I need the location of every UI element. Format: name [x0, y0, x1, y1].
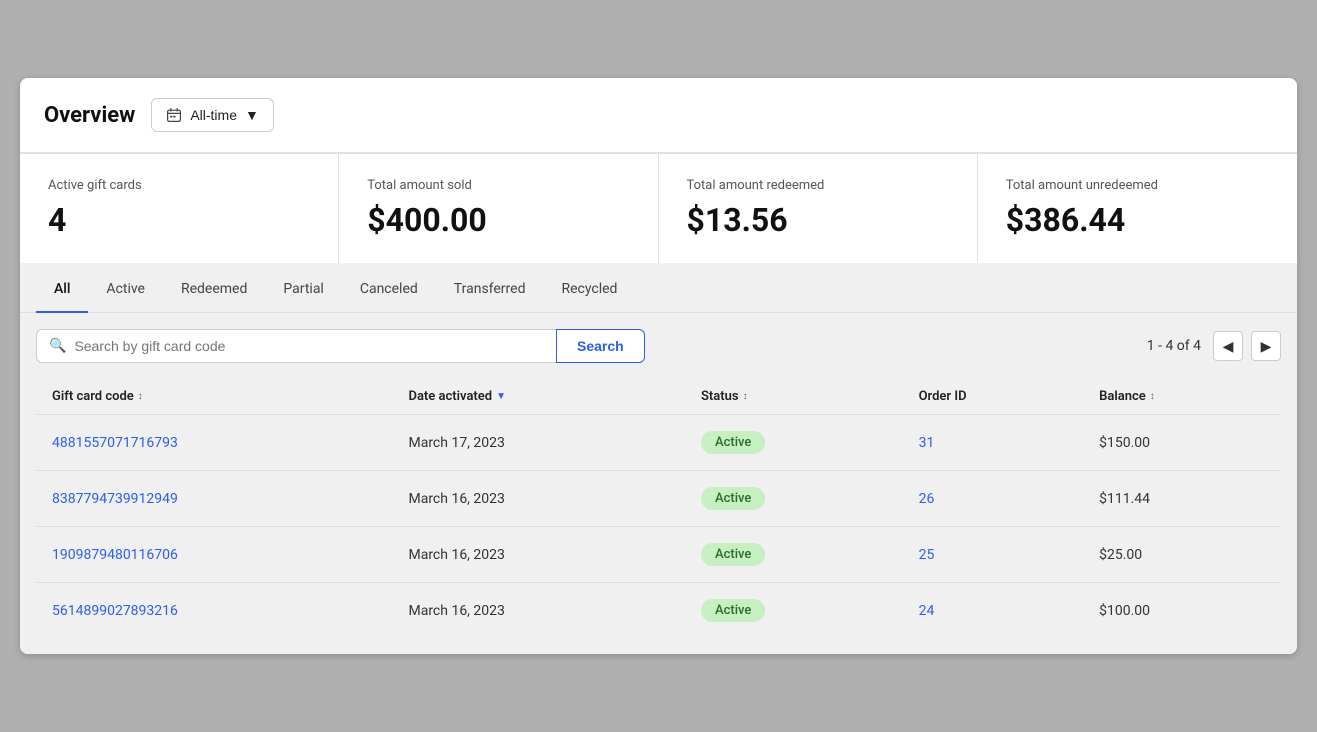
stats-row: Active gift cards 4 Total amount sold $4… [20, 153, 1297, 263]
gift-card-link-1[interactable]: 8387794739912949 [52, 491, 178, 507]
gift-card-table: Gift card code ↕ Date activated ▼ [36, 379, 1281, 638]
tab-transferred[interactable]: Transferred [436, 265, 544, 313]
td-status-0: Active [685, 415, 903, 471]
table-section: 🔍 Search 1 - 4 of 4 ◀ ▶ [20, 313, 1297, 654]
order-link-3[interactable]: 24 [919, 603, 935, 619]
stat-total-sold: Total amount sold $400.00 [339, 154, 658, 263]
tab-active[interactable]: Active [88, 265, 163, 313]
order-link-0[interactable]: 31 [919, 435, 935, 451]
content-area: All Active Redeemed Partial Canceled Tra… [20, 265, 1297, 654]
td-order-2: 25 [903, 527, 1084, 583]
search-pagination-row: 🔍 Search 1 - 4 of 4 ◀ ▶ [36, 329, 1281, 363]
stat-active-gift-cards: Active gift cards 4 [20, 154, 339, 263]
td-balance-0: $150.00 [1083, 415, 1281, 471]
alltime-button[interactable]: All-time ▼ [151, 98, 274, 132]
td-date-1: March 16, 2023 [392, 471, 684, 527]
td-order-1: 26 [903, 471, 1084, 527]
pagination-controls: 1 - 4 of 4 ◀ ▶ [1147, 331, 1281, 361]
stat-value-0: 4 [48, 201, 310, 239]
td-date-3: March 16, 2023 [392, 583, 684, 639]
td-order-3: 24 [903, 583, 1084, 639]
stat-label-1: Total amount sold [367, 178, 629, 193]
tab-partial[interactable]: Partial [265, 265, 341, 313]
th-gift-card-code[interactable]: Gift card code ↕ [36, 379, 392, 415]
calendar-icon [166, 107, 182, 123]
table-row: 4881557071716793 March 17, 2023 Active 3… [36, 415, 1281, 471]
table-row: 5614899027893216 March 16, 2023 Active 2… [36, 583, 1281, 639]
status-badge-3: Active [701, 599, 765, 622]
status-badge-2: Active [701, 543, 765, 566]
td-date-0: March 17, 2023 [392, 415, 684, 471]
tab-canceled[interactable]: Canceled [342, 265, 436, 313]
search-input-container: 🔍 [36, 329, 556, 363]
table-row: 8387794739912949 March 16, 2023 Active 2… [36, 471, 1281, 527]
td-code-3: 5614899027893216 [36, 583, 392, 639]
order-link-1[interactable]: 26 [919, 491, 935, 507]
gift-card-link-3[interactable]: 5614899027893216 [52, 603, 178, 619]
table-row: 1909879480116706 March 16, 2023 Active 2… [36, 527, 1281, 583]
chevron-down-icon: ▼ [245, 107, 259, 123]
stat-total-redeemed: Total amount redeemed $13.56 [659, 154, 978, 263]
table-header-row: Gift card code ↕ Date activated ▼ [36, 379, 1281, 415]
th-balance[interactable]: Balance ↕ [1083, 379, 1281, 415]
gift-card-link-2[interactable]: 1909879480116706 [52, 547, 178, 563]
stat-value-3: $386.44 [1006, 201, 1269, 239]
td-code-1: 8387794739912949 [36, 471, 392, 527]
status-badge-1: Active [701, 487, 765, 510]
td-status-1: Active [685, 471, 903, 527]
td-date-2: March 16, 2023 [392, 527, 684, 583]
td-order-0: 31 [903, 415, 1084, 471]
td-balance-2: $25.00 [1083, 527, 1281, 583]
th-date-activated[interactable]: Date activated ▼ [392, 379, 684, 415]
th-order-id: Order ID [903, 379, 1084, 415]
tab-all[interactable]: All [36, 265, 88, 313]
stat-value-1: $400.00 [367, 201, 629, 239]
search-button[interactable]: Search [556, 329, 645, 363]
tabs-bar: All Active Redeemed Partial Canceled Tra… [20, 265, 1297, 313]
stat-label-2: Total amount redeemed [687, 178, 949, 193]
tab-recycled[interactable]: Recycled [543, 265, 635, 313]
th-status[interactable]: Status ↕ [685, 379, 903, 415]
gift-card-link-0[interactable]: 4881557071716793 [52, 435, 178, 451]
tab-redeemed[interactable]: Redeemed [163, 265, 265, 313]
status-badge-0: Active [701, 431, 765, 454]
stat-total-unredeemed: Total amount unredeemed $386.44 [978, 154, 1297, 263]
page-prev-button[interactable]: ◀ [1213, 331, 1243, 361]
stat-label-3: Total amount unredeemed [1006, 178, 1269, 193]
td-status-3: Active [685, 583, 903, 639]
search-input[interactable] [74, 338, 544, 354]
td-status-2: Active [685, 527, 903, 583]
overview-title: Overview [44, 103, 135, 128]
sort-icon-code: ↕ [138, 391, 143, 402]
td-code-2: 1909879480116706 [36, 527, 392, 583]
sort-icon-balance: ↕ [1150, 391, 1155, 402]
stat-value-2: $13.56 [687, 201, 949, 239]
td-balance-1: $111.44 [1083, 471, 1281, 527]
overview-header: Overview All-time ▼ [20, 78, 1297, 153]
sort-icon-date: ▼ [496, 391, 506, 402]
td-balance-3: $100.00 [1083, 583, 1281, 639]
alltime-label: All-time [190, 107, 237, 123]
main-container: Overview All-time ▼ Active gift cards 4 … [20, 78, 1297, 654]
sort-icon-status: ↕ [743, 391, 748, 402]
stat-label-0: Active gift cards [48, 178, 310, 193]
search-icon: 🔍 [49, 338, 66, 354]
page-next-button[interactable]: ▶ [1251, 331, 1281, 361]
pagination-text: 1 - 4 of 4 [1147, 338, 1201, 354]
td-code-0: 4881557071716793 [36, 415, 392, 471]
order-link-2[interactable]: 25 [919, 547, 935, 563]
search-wrapper: 🔍 Search [36, 329, 645, 363]
